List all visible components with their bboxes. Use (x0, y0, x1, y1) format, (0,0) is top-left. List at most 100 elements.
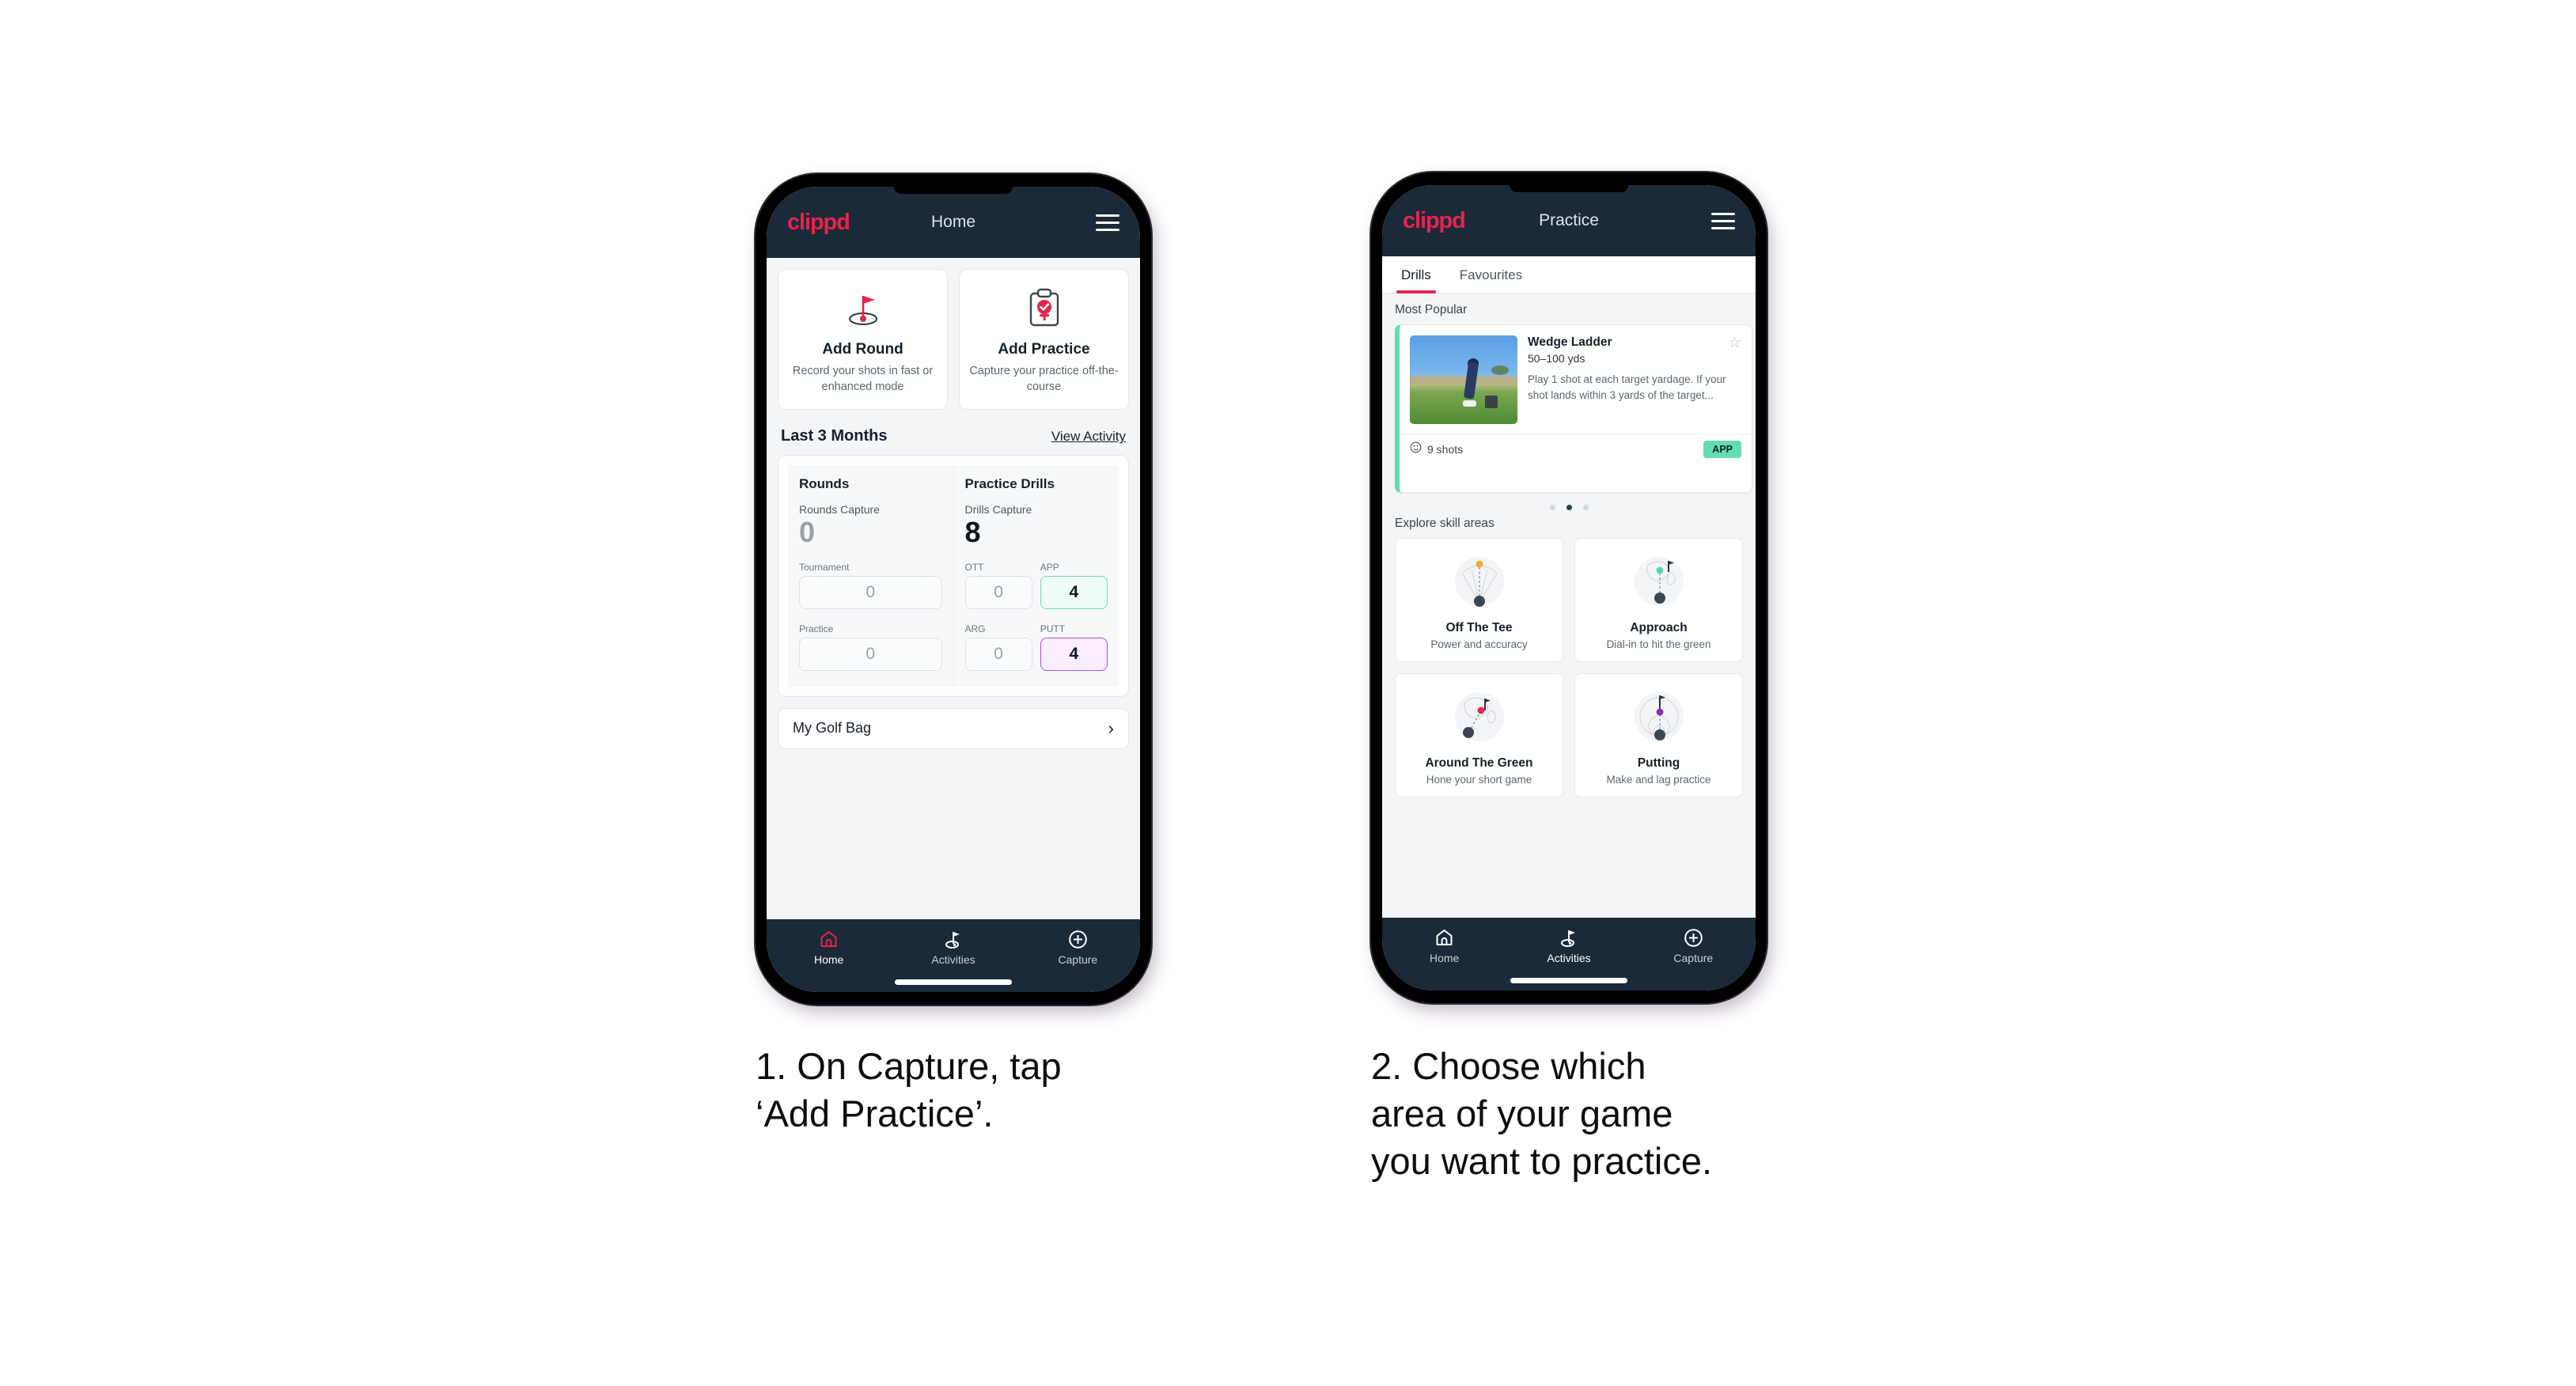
ott-metric: OTT 0 (964, 561, 1032, 609)
drill-card[interactable]: Wedge Ladder ☆ 50–100 yds Play 1 shot at… (1395, 324, 1752, 493)
section-title: Last 3 Months (781, 427, 888, 445)
drills-heading: Practice Drills (964, 476, 1055, 492)
approach-icon (1582, 551, 1736, 616)
drill-shots-count: 9 shots (1427, 443, 1464, 456)
my-golf-bag-label: My Golf Bag (793, 720, 872, 737)
skill-card-approach[interactable]: Approach Dial-in to hit the green (1574, 538, 1743, 662)
practice-value[interactable]: 0 (799, 637, 942, 671)
around-the-green-icon (1402, 687, 1556, 752)
tournament-label: Tournament (799, 561, 850, 573)
chevron-right-icon: › (1108, 718, 1114, 738)
my-golf-bag-row[interactable]: My Golf Bag › (778, 707, 1129, 749)
carousel-dot-2[interactable] (1566, 505, 1572, 510)
home-indicator-bar (1510, 978, 1627, 983)
golf-flag-activities-icon (943, 929, 964, 949)
practice-tabs: Drills Favourites (1382, 256, 1756, 293)
nav-label-capture: Capture (1058, 953, 1098, 966)
skill-title-approach: Approach (1630, 621, 1688, 634)
add-round-card[interactable]: Add Round Record your shots in fast or e… (778, 269, 948, 411)
putt-label: PUTT (1040, 623, 1066, 634)
rounds-practice-metric: Practice 0 (799, 623, 942, 671)
nav-item-capture[interactable]: Capture (1016, 929, 1140, 966)
hamburger-icon[interactable] (1711, 212, 1735, 229)
carousel-dot-1[interactable] (1549, 505, 1555, 510)
nav-item-capture[interactable]: Capture (1631, 927, 1756, 964)
practice-drills-column: Practice Drills Drills Capture 8 OTT 0 A… (953, 465, 1119, 687)
drill-name: Wedge Ladder (1528, 335, 1612, 349)
view-activity-link[interactable]: View Activity (1051, 429, 1126, 445)
nav-label-activities: Activities (1547, 952, 1591, 964)
rounds-capture-label: Rounds Capture (799, 503, 880, 517)
rounds-heading: Rounds (799, 476, 850, 492)
carousel-dots[interactable] (1382, 493, 1756, 517)
phone-2-frame: clippd Practice Drills Favourites Most P… (1371, 172, 1767, 1003)
nav-item-home[interactable]: Home (1382, 927, 1506, 964)
plus-circle-icon (1684, 927, 1703, 948)
drills-capture-label: Drills Capture (964, 503, 1032, 517)
nav-label-home: Home (813, 953, 844, 966)
target-icon (1410, 441, 1422, 457)
nav-item-activities[interactable]: Activities (891, 929, 1015, 966)
ott-value[interactable]: 0 (964, 575, 1032, 609)
phone-2-screen: clippd Practice Drills Favourites Most P… (1382, 185, 1756, 990)
skill-subtitle-off-the-tee: Power and accuracy (1430, 638, 1528, 650)
putt-value[interactable]: 4 (1040, 637, 1108, 671)
skill-card-around-the-green[interactable]: Around The Green Hone your short game (1395, 673, 1563, 797)
golf-flag-icon (786, 286, 939, 331)
practice-scroll-area: Most Popular Wedge Ladder ☆ 50–100 yds P… (1382, 293, 1756, 918)
skill-subtitle-putting: Make and lag practice (1606, 774, 1711, 786)
golf-flag-activities-icon (1559, 927, 1579, 948)
arg-value[interactable]: 0 (964, 637, 1032, 671)
skill-title-off-the-tee: Off The Tee (1445, 621, 1513, 634)
home-icon (819, 929, 839, 949)
drills-capture-value: 8 (964, 516, 981, 549)
home-indicator-bar (895, 979, 1012, 985)
skill-subtitle-around-the-green: Hone your short game (1426, 774, 1532, 786)
carousel-dot-3[interactable] (1582, 505, 1589, 510)
nav-item-activities[interactable]: Activities (1506, 927, 1631, 964)
drill-carousel[interactable]: Wedge Ladder ☆ 50–100 yds Play 1 shot at… (1382, 324, 1756, 493)
drills-metric-row-2: ARG 0 PUTT 4 (964, 623, 1108, 671)
nav-item-home[interactable]: Home (767, 929, 891, 966)
add-round-title: Add Round (822, 341, 903, 358)
add-practice-title: Add Practice (998, 341, 1090, 358)
skill-card-putting[interactable]: Putting Make and lag practice (1574, 673, 1743, 797)
bottom-nav-practice: Home Activities Capture (1382, 918, 1756, 990)
bottom-nav-home: Home Activities Capture (767, 919, 1140, 992)
arg-label: ARG (964, 623, 986, 634)
practice-label: Practice (799, 623, 834, 634)
tab-favourites[interactable]: Favourites (1455, 256, 1527, 293)
quick-actions-row: Add Round Record your shots in fast or e… (778, 269, 1129, 411)
putting-icon (1582, 687, 1736, 752)
home-icon (1434, 927, 1454, 948)
home-scroll-area: Add Round Record your shots in fast or e… (767, 258, 1140, 919)
skill-card-off-the-tee[interactable]: Off The Tee Power and accuracy (1395, 538, 1563, 662)
drills-metric-row-1: OTT 0 APP 4 (964, 561, 1108, 609)
rounds-column: Rounds Rounds Capture 0 Tournament 0 Pra… (788, 465, 953, 687)
phone-1-screen: clippd Home Add Round Record your shots … (767, 187, 1140, 992)
caption-step-2: 2. Choose which area of your game you wa… (1371, 1045, 1713, 1183)
app-header-home: clippd Home (767, 187, 1140, 258)
nav-label-capture: Capture (1673, 952, 1714, 964)
skill-title-around-the-green: Around The Green (1425, 756, 1533, 770)
hamburger-icon[interactable] (1096, 214, 1119, 231)
drill-description: Play 1 shot at each target yardage. If y… (1528, 373, 1726, 401)
tab-drills[interactable]: Drills (1396, 256, 1436, 293)
add-round-subtitle: Record your shots in fast or enhanced mo… (792, 365, 934, 393)
ott-label: OTT (964, 561, 984, 573)
clippd-logo[interactable]: clippd (1403, 209, 1466, 233)
app-metric: APP 4 (1040, 562, 1108, 609)
rounds-capture-value: 0 (799, 516, 816, 549)
last-3-months-row: Last 3 Months View Activity (778, 410, 1129, 455)
clippd-logo[interactable]: clippd (787, 210, 850, 234)
explore-skill-areas-heading: Explore skill areas (1395, 517, 1494, 530)
arg-metric: ARG 0 (964, 623, 1032, 671)
app-value[interactable]: 4 (1040, 575, 1108, 609)
tournament-value[interactable]: 0 (799, 575, 942, 609)
add-practice-card[interactable]: Add Practice Capture your practice off-t… (959, 269, 1129, 411)
rounds-tournament-metric: Tournament 0 (799, 562, 942, 609)
phone-notch (894, 187, 1013, 194)
skill-areas-grid: Off The Tee Power and accuracy Approach … (1395, 538, 1743, 797)
star-outline-icon[interactable]: ☆ (1728, 335, 1741, 350)
drill-yardage: 50–100 yds (1528, 352, 1585, 365)
